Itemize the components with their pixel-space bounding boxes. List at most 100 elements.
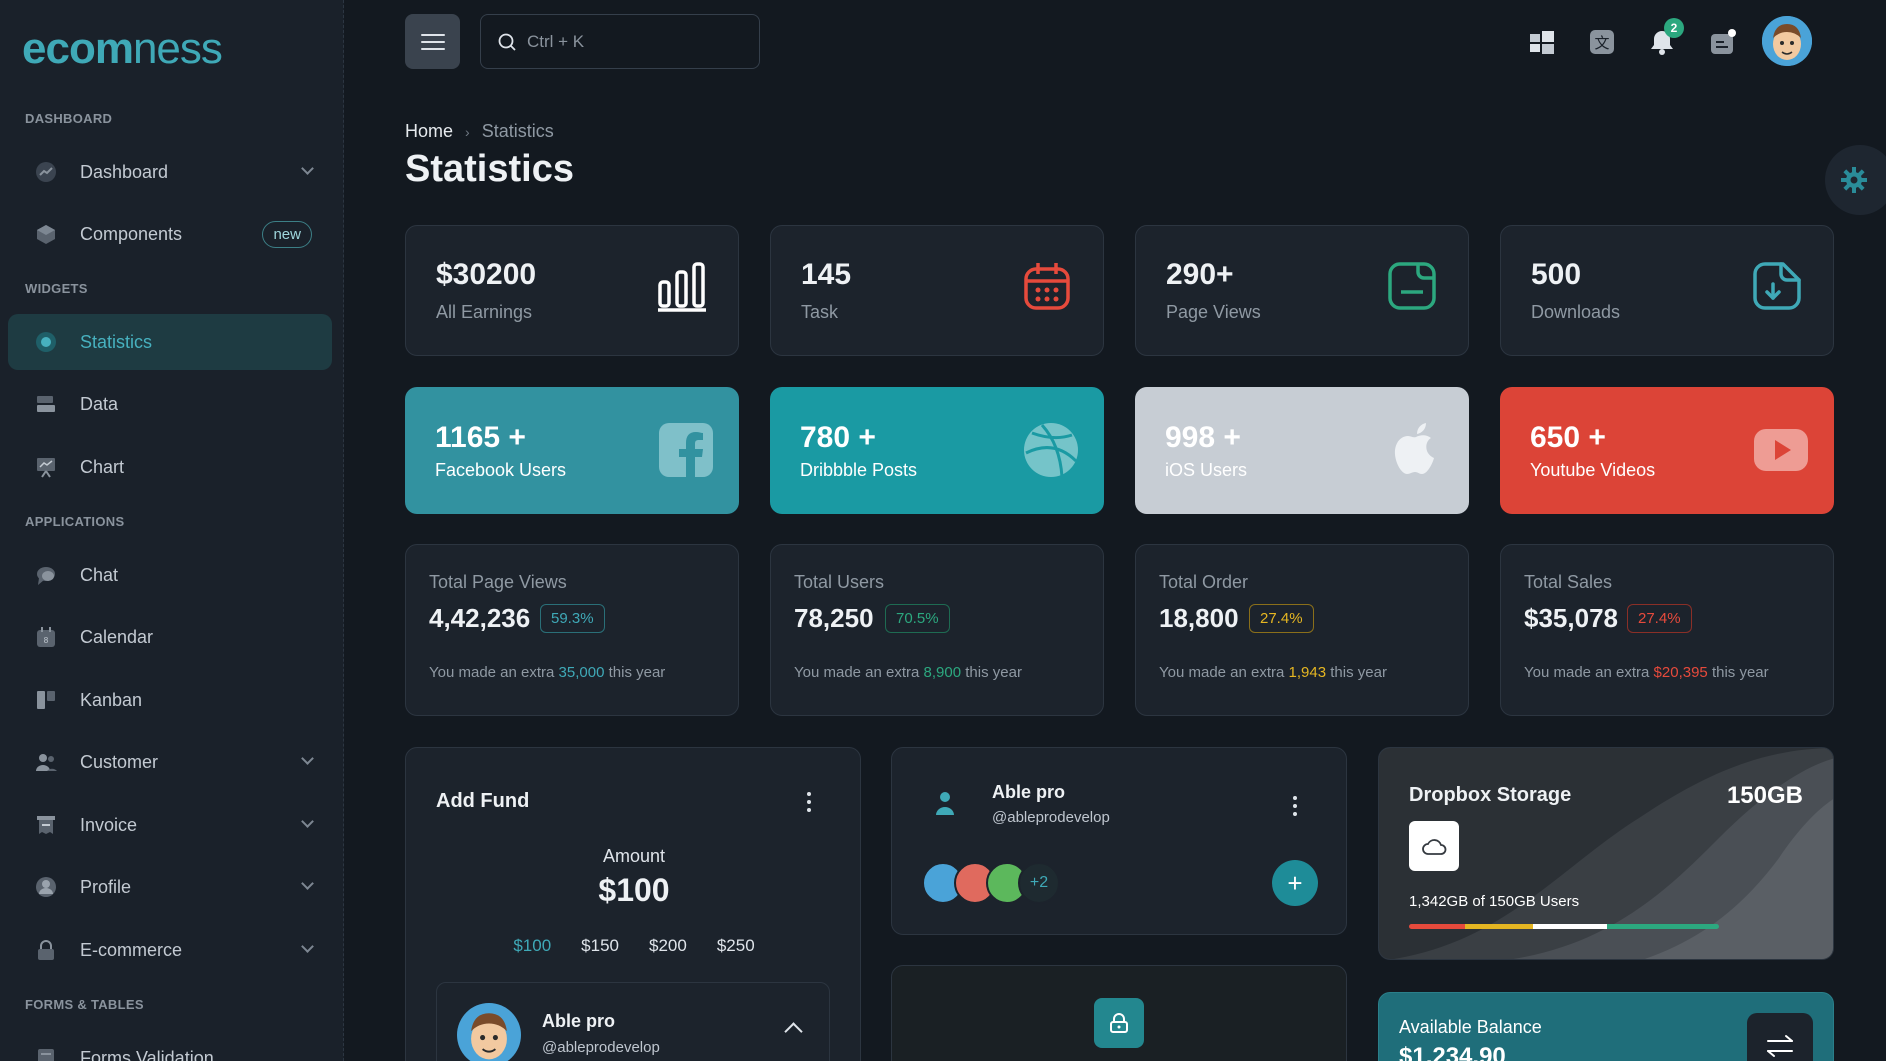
sidebar-item-kanban[interactable]: Kanban <box>8 672 332 728</box>
total-users-card: Total Users 78,250 70.5% You made an ext… <box>770 544 1104 716</box>
amount-option[interactable]: $150 <box>572 930 628 962</box>
ios-users-card: 998 + iOS Users <box>1135 387 1469 514</box>
stat-note: You made an extra 35,000 this year <box>429 664 666 681</box>
amount-option[interactable]: $200 <box>640 930 696 962</box>
user-avatar[interactable] <box>1762 16 1812 66</box>
sidebar-item-label: Dashboard <box>80 161 169 182</box>
available-balance-card: Available Balance $1,234.90 <box>1378 992 1834 1061</box>
download-file-icon <box>1753 262 1801 310</box>
settings-gear-icon[interactable] <box>1825 145 1886 215</box>
add-fund-card: Add Fund Amount $100 $100 $150 $200 $250… <box>405 747 861 1061</box>
kanban-icon <box>34 688 58 712</box>
more-options-icon[interactable] <box>1292 796 1298 816</box>
messages-icon[interactable] <box>1705 24 1741 60</box>
transfer-button[interactable] <box>1747 1013 1813 1061</box>
breadcrumb-home-link[interactable]: Home <box>405 121 453 142</box>
percent-badge: 59.3% <box>540 604 605 633</box>
amount-label: Amount <box>602 846 666 866</box>
chevron-right-icon: › <box>465 123 470 140</box>
sidebar-item-chart[interactable]: Chart <box>8 439 332 495</box>
sidebar-item-statistics[interactable]: Statistics <box>8 314 332 370</box>
stat-label: Total Users <box>794 572 885 592</box>
notifications-bell-icon[interactable]: 2 <box>1644 18 1684 60</box>
section-forms-tables: FORMS & TABLES <box>25 997 144 1012</box>
bar-chart-icon <box>658 262 706 312</box>
sidebar-item-dashboard[interactable]: Dashboard <box>8 144 332 200</box>
stat-label: Youtube Videos <box>1530 460 1656 480</box>
sidebar-item-calendar[interactable]: 8 Calendar <box>8 609 332 665</box>
windows-icon[interactable] <box>1524 24 1560 60</box>
section-dashboard: DASHBOARD <box>25 111 113 126</box>
sidebar-item-label: Data <box>80 393 119 414</box>
chevron-up-icon[interactable] <box>784 1022 803 1041</box>
stat-label: Downloads <box>1531 302 1621 322</box>
stat-value: 780 + <box>800 421 876 454</box>
chevron-down-icon <box>301 752 314 765</box>
sidebar-item-label: Chat <box>80 564 119 585</box>
facebook-icon <box>659 423 713 477</box>
sidebar-item-forms-validation[interactable]: Forms Validation <box>8 1030 332 1061</box>
search-input[interactable] <box>527 31 727 52</box>
sidebar-item-invoice[interactable]: Invoice <box>8 797 332 853</box>
page-title: Statistics <box>405 148 574 190</box>
sidebar-item-label: Statistics <box>80 331 153 352</box>
stat-value: $35,078 <box>1524 603 1618 633</box>
storage-segment <box>1532 924 1608 929</box>
sidebar-item-chat[interactable]: Chat <box>8 547 332 603</box>
stat-label: Task <box>801 302 839 322</box>
card-title: Dropbox Storage <box>1409 784 1572 806</box>
avatar <box>457 1003 521 1061</box>
brand-logo[interactable]: ecomness <box>22 24 223 74</box>
sidebar-item-label: Kanban <box>80 689 143 710</box>
profile-card: Able pro @ableprodevelop +2 + <box>891 747 1347 935</box>
stat-label: All Earnings <box>436 302 533 322</box>
sidebar-item-label: Chart <box>80 456 125 477</box>
chat-icon <box>34 563 58 587</box>
stat-value: 1165 + <box>435 421 526 454</box>
users-icon <box>34 750 58 774</box>
document-icon <box>1388 262 1436 310</box>
invoice-icon <box>34 813 58 837</box>
sidebar-item-data[interactable]: Data <box>8 376 332 432</box>
translate-icon[interactable]: 文 <box>1584 24 1620 60</box>
page-views-card: 290+ Page Views <box>1135 225 1469 356</box>
more-options-icon[interactable] <box>806 792 812 812</box>
add-button[interactable]: + <box>1272 860 1318 906</box>
menu-toggle-button[interactable] <box>405 14 460 69</box>
breadcrumb-current: Statistics <box>481 121 554 141</box>
stat-label: Total Sales <box>1524 572 1613 592</box>
svg-text:文: 文 <box>1594 34 1609 52</box>
lock-button[interactable] <box>1094 998 1144 1048</box>
avatar-group[interactable]: +2 <box>922 862 1072 904</box>
facebook-users-card: 1165 + Facebook Users <box>405 387 739 514</box>
stat-note: You made an extra $20,395 this year <box>1524 664 1769 681</box>
stat-label: Dribbble Posts <box>800 460 918 480</box>
sidebar-item-label: Customer <box>80 751 159 772</box>
stat-value: 500 <box>1531 258 1582 291</box>
dribbble-icon <box>1024 423 1078 478</box>
stat-label: iOS Users <box>1165 460 1248 480</box>
task-card: 145 Task <box>770 225 1104 356</box>
sidebar-item-profile[interactable]: Profile <box>8 859 332 915</box>
transfer-arrows-icon <box>1767 1035 1793 1057</box>
stat-value: 998 + <box>1165 421 1241 454</box>
stat-value: 4,42,236 <box>429 603 531 633</box>
sidebar: ecomness DASHBOARD Dashboard Components … <box>0 0 344 1061</box>
sidebar-item-customer[interactable]: Customer <box>8 734 332 790</box>
amount-option[interactable]: $100 <box>504 930 560 962</box>
calendar-icon <box>1024 263 1070 310</box>
downloads-card: 500 Downloads <box>1500 225 1834 356</box>
section-widgets: WIDGETS <box>25 281 88 296</box>
percent-badge: 27.4% <box>1627 604 1692 633</box>
account-name: Able pro <box>542 1011 616 1031</box>
youtube-videos-card: 650 + Youtube Videos <box>1500 387 1834 514</box>
stat-value: 78,250 <box>794 603 874 633</box>
sidebar-item-ecommerce[interactable]: E-commerce <box>8 922 332 978</box>
stat-value: 18,800 <box>1159 603 1239 633</box>
profile-icon <box>34 875 58 899</box>
selected-account[interactable]: Able pro @ableprodevelop <box>436 982 830 1061</box>
search-box[interactable] <box>480 14 760 69</box>
total-order-card: Total Order 18,800 27.4% You made an ext… <box>1135 544 1469 716</box>
sidebar-item-components[interactable]: Components new <box>8 206 332 262</box>
amount-option[interactable]: $250 <box>708 930 764 962</box>
